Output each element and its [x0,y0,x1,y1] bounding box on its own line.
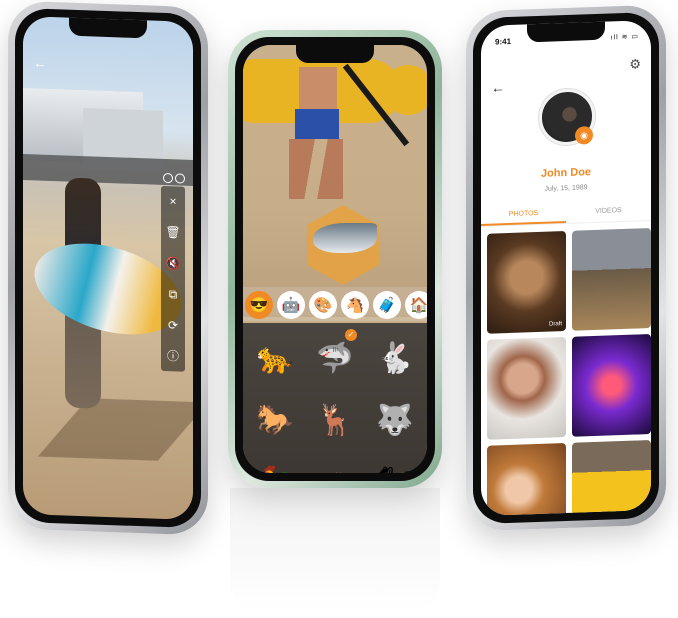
profile-dob: July, 15, 1989 [544,184,588,193]
camera-icon[interactable]: ◉ [575,126,593,145]
middle-phone-reflection [230,488,440,612]
photo-eagle[interactable] [572,228,651,331]
animal-sticker-horse[interactable]: 🐎 [245,389,305,451]
play-icon[interactable] [163,172,173,184]
person-shorts [295,109,339,139]
yellow-surfboard-end [383,65,427,115]
layer-toggle-icons [163,172,185,184]
middle-phone-screen-sticker-picker: 😎 🤖 🎨 🐴 🧳 🏠 🧩 🐆 🦈✓ 🐇 🐎 🦌 🐺 🐓 🦔 🐿 [243,45,427,473]
pause-icon[interactable] [175,173,185,184]
right-phone-screen-profile: 9:41 ıll ≋ ▭ ⚙ ← ◉ John Doe July, 15, 19… [481,20,651,516]
right-phone-notch [527,21,605,43]
sticker-category-row: 😎 🤖 🎨 🐴 🧳 🏠 🧩 [243,287,427,321]
animal-sticker-shark[interactable]: 🦈 ✓ [305,327,365,389]
right-phone-bezel: 9:41 ıll ≋ ▭ ⚙ ← ◉ John Doe July, 15, 19… [473,11,659,525]
animal-sticker-rooster[interactable]: 🐓 [245,451,305,474]
profile-tabs: PHOTOS VIDEOS [481,206,651,227]
right-phone: 9:41 ıll ≋ ▭ ⚙ ← ◉ John Doe July, 15, 19… [466,4,666,532]
left-phone-notch [69,17,147,39]
profile-name: John Doe [540,166,592,180]
person-shadow [37,398,193,461]
left-phone: ← × 🗑 🔇 ⧉ ⟳ ⓘ [8,0,208,536]
person-legs [289,139,343,199]
animal-sticker-grid: 🐆 🦈✓ 🐇 🐎 🦌 🐺 🐓 🦔 🐿 [243,323,427,473]
sticker-category-art[interactable]: 🎨 [309,291,337,319]
photo-yellow-car[interactable] [572,440,651,516]
close-icon[interactable]: × [164,195,182,209]
tab-photos[interactable]: PHOTOS [481,209,566,226]
selected-check-icon: ✓ [345,329,357,341]
tab-videos[interactable]: VIDEOS [566,206,651,223]
photo-woman-coffee[interactable] [487,337,566,440]
photo-woman-portrait[interactable] [487,443,566,516]
rotate-icon[interactable]: ⟳ [164,318,182,332]
middle-phone-notch [296,45,374,63]
animal-sticker-hedgehog[interactable]: 🦔 [305,451,365,474]
sticker-category-bag[interactable]: 🧳 [373,291,401,319]
camera-preview [243,45,427,317]
status-time: 9:41 [495,36,512,47]
back-arrow-icon[interactable]: ← [491,79,505,95]
back-arrow-icon[interactable]: ← [33,54,47,70]
photo-bear[interactable]: Draft [487,231,566,334]
animal-sticker-wolf[interactable]: 🐺 [365,389,425,451]
sticker-category-house[interactable]: 🏠 [405,291,427,319]
draft-label: Draft [548,321,562,328]
animal-sticker-squirrel[interactable]: 🐿 [365,451,425,474]
sticker-category-horse[interactable]: 🐴 [341,291,369,319]
sticker-tool-rail: × 🗑 🔇 ⧉ ⟳ ⓘ [161,185,185,372]
left-phone-bezel: ← × 🗑 🔇 ⧉ ⟳ ⓘ [15,7,201,529]
photo-grid: Draft [487,228,651,516]
person-torso [299,67,337,109]
animal-sticker-rabbit[interactable]: 🐇 [365,327,425,389]
mute-icon[interactable]: 🔇 [164,256,182,271]
middle-phone-bezel: 😎 🤖 🎨 🐴 🧳 🏠 🧩 🐆 🦈✓ 🐇 🐎 🦌 🐺 🐓 🦔 🐿 [235,37,435,481]
middle-phone: 😎 🤖 🎨 🐴 🧳 🏠 🧩 🐆 🦈✓ 🐇 🐎 🦌 🐺 🐓 🦔 🐿 [228,30,442,488]
info-icon[interactable]: ⓘ [164,349,182,363]
sticker-category-sunglasses[interactable]: 😎 [245,291,273,319]
shark-sticker-preview[interactable] [313,223,377,253]
animal-sticker-antelope[interactable]: 🦌 [305,389,365,451]
photo-neon-person[interactable] [572,334,651,437]
left-phone-screen-ar-camera: ← × 🗑 🔇 ⧉ ⟳ ⓘ [23,16,193,520]
animal-sticker-cheetah[interactable]: 🐆 [245,327,305,389]
trash-icon[interactable]: 🗑 [164,225,182,240]
sticker-category-robot[interactable]: 🤖 [277,291,305,319]
status-icons: ıll ≋ ▭ [610,33,639,42]
animal-sticker-shark-glyph: 🦈 [316,341,354,375]
duplicate-icon[interactable]: ⧉ [164,287,182,301]
gear-icon[interactable]: ⚙ [629,56,641,72]
